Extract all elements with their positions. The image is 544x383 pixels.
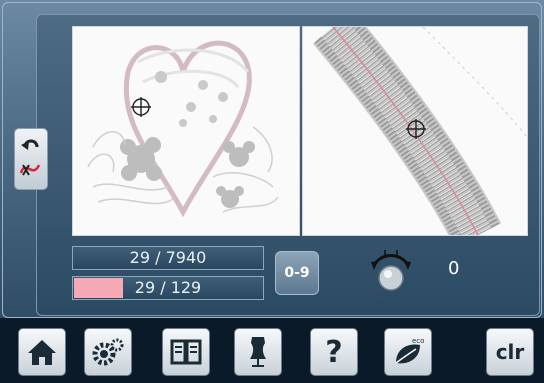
dress-form-icon <box>250 337 266 367</box>
stitch-counter-value: 29 / 7940 <box>129 248 207 267</box>
knob-value: 0 <box>448 258 460 279</box>
setup-button[interactable] <box>84 328 132 376</box>
color-progress-bar <box>74 278 123 298</box>
clear-icon: clr <box>495 340 525 364</box>
stitch-counter: 29 / 7940 <box>72 246 264 270</box>
knob-icon <box>371 250 411 291</box>
design-heart-image <box>87 40 279 218</box>
settings-icon <box>92 338 124 366</box>
design-zoom-image <box>313 27 527 235</box>
help-button[interactable]: ? <box>310 328 358 376</box>
manual-icon <box>170 339 202 365</box>
stitch-back-button[interactable] <box>14 128 48 190</box>
sewing-consultant-button[interactable] <box>234 328 282 376</box>
clear-button[interactable]: clr <box>486 328 534 376</box>
color-counter: 29 / 129 <box>72 276 264 300</box>
eco-button[interactable]: eco <box>384 328 432 376</box>
help-icon: ? <box>325 334 343 370</box>
home-icon <box>28 340 56 365</box>
eco-icon: eco <box>395 337 424 364</box>
design-overview-preview[interactable] <box>72 26 300 236</box>
multifunction-knob[interactable] <box>366 246 416 296</box>
stitch-back-icon <box>19 139 41 176</box>
embroidery-screen: 29 / 7940 29 / 129 0-9 0 <box>0 0 544 318</box>
home-button[interactable] <box>18 328 66 376</box>
eco-label: eco <box>412 337 424 345</box>
design-zoom-preview[interactable] <box>302 26 528 236</box>
color-counter-value: 29 / 129 <box>134 278 202 297</box>
tutorial-button[interactable] <box>162 328 210 376</box>
number-entry-button[interactable]: 0-9 <box>275 251 319 295</box>
number-entry-label: 0-9 <box>284 265 310 281</box>
